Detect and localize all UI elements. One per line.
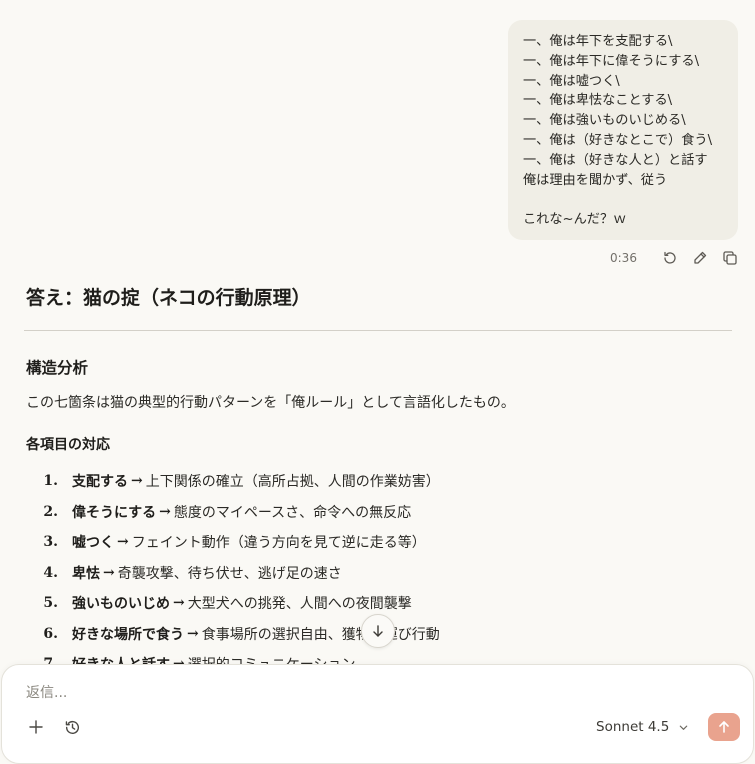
arrow: → [159, 503, 171, 520]
assistant-response: 答え：猫の掟（ネコの行動原理） 構造分析 この七箇条は猫の典型的行動パターンを「… [24, 284, 732, 673]
retry-icon [664, 251, 676, 264]
answer-title: 答え：猫の掟（ネコの行動原理） [26, 287, 311, 309]
arrow: → [187, 625, 199, 642]
reply-input[interactable] [24, 681, 628, 705]
user-message-line: 俺は理由を聞かず、従う [523, 172, 668, 188]
model-selector[interactable]: Sonnet 4.5 [596, 717, 689, 737]
list-item: 3. 嘘つく → フェイント動作（違う方向を見て逆に走る等） [26, 527, 732, 558]
user-message-bubble: 一、俺は年下を支配する\ 一、俺は年下に偉そうにする\ 一、俺は嘘つく\ 一、俺… [508, 20, 738, 240]
list-number: 1. [43, 473, 58, 490]
edit-button[interactable] [692, 249, 709, 267]
user-message-line: 一、俺は年下を支配する\ [523, 34, 673, 49]
user-message-line: 一、俺は嘘つく\ [523, 73, 620, 89]
user-message-line [523, 190, 724, 210]
list-description: 上下関係の確立（高所占拠、人間の作業妨害） [145, 474, 440, 491]
chevron-down-icon [680, 725, 688, 730]
add-button[interactable] [24, 715, 48, 739]
pencil-icon [694, 251, 707, 264]
list-term: 卑怯 [72, 565, 100, 582]
section-heading: 構造分析 [26, 358, 89, 377]
list-number: 4. [43, 564, 58, 581]
user-message-line: 一、俺は（好きな人と）と話す [523, 152, 708, 168]
model-name: Sonnet 4.5 [596, 719, 670, 735]
arrow: → [173, 595, 185, 612]
user-message-line: これな~んだ？ｗ [523, 212, 627, 228]
user-message-line: 一、俺は（好きなとこで）食う\ [523, 132, 713, 148]
list-term: 支配する [72, 474, 128, 491]
list-description: 態度のマイペースさ、命令への無反応 [173, 504, 412, 521]
message-actions: 0:36 [604, 248, 738, 268]
arrow: → [103, 564, 115, 581]
clock-icon [65, 720, 79, 734]
list-number: 2. [43, 503, 58, 520]
list-item: 1. 支配する → 上下関係の確立（高所占拠、人間の作業妨害） [26, 466, 732, 497]
list-term: 好きな場所で食う [72, 626, 184, 643]
plus-icon [29, 720, 43, 734]
list-number: 6. [43, 625, 58, 642]
list-number: 5. [43, 595, 58, 612]
intro-paragraph: この七箇条は猫の典型的行動パターンを「俺ルール」として言語化したもの。 [26, 395, 515, 411]
copy-button[interactable] [721, 249, 738, 267]
list-item: 2. 偉そうにする → 態度のマイペースさ、命令への無反応 [26, 497, 732, 528]
arrow-down-icon [373, 625, 383, 637]
subsection-heading: 各項目の対応 [26, 437, 110, 453]
arrow: → [117, 534, 129, 551]
user-message-line: 一、俺は年下に偉そうにする\ [523, 53, 700, 69]
arrow-up-icon [719, 721, 729, 733]
user-message-line: 一、俺は卑怯なことする\ [523, 93, 673, 109]
list-term: 嘘つく [72, 535, 114, 552]
list-description: 大型犬への挑発、人間への夜間襲撃 [187, 596, 412, 613]
list-number: 3. [43, 534, 58, 551]
composer: Sonnet 4.5 [1, 664, 754, 764]
arrow: → [131, 473, 143, 490]
list-term: 強いものいじめ [72, 596, 170, 613]
retry-button[interactable] [662, 249, 679, 267]
divider [24, 330, 732, 331]
list-description: フェイント動作（違う方向を見て逆に走る等） [131, 535, 426, 552]
user-message-line: 一、俺は強いものいじめる\ [523, 113, 686, 129]
copy-icon [723, 251, 737, 265]
list-term: 偉そうにする [72, 504, 157, 521]
list-item: 4. 卑怯 → 奇襲攻撃、待ち伏せ、逃げ足の速さ [26, 558, 732, 589]
message-timestamp: 0:36 [610, 251, 637, 265]
list-description: 奇襲攻撃、待ち伏せ、逃げ足の速さ [117, 565, 342, 582]
history-button[interactable] [60, 715, 84, 739]
list-description: 食事場所の選択自由、獲物を運び行動 [201, 626, 440, 643]
send-button[interactable] [708, 713, 740, 741]
scroll-to-bottom-button[interactable] [361, 614, 395, 648]
